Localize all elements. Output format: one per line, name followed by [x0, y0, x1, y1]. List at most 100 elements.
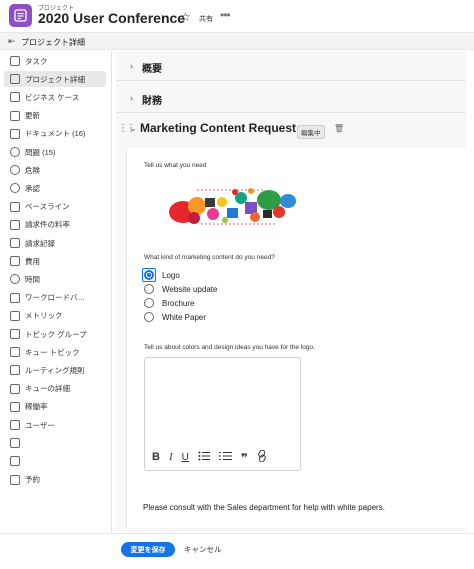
document-icon [10, 128, 20, 139]
expenses-icon [10, 256, 20, 267]
sidebar-item-23[interactable]: 予約 [4, 472, 106, 488]
sidebar-item-3[interactable]: 更新 [4, 108, 106, 124]
radio-label-website-update: Website update [162, 284, 218, 294]
sidebar-item-label: ドキュメント (16) [25, 129, 86, 139]
page-title[interactable]: 2020 User Conference [38, 10, 185, 26]
radio-button-logo[interactable] [144, 270, 154, 280]
topic-group-icon [10, 329, 20, 339]
sidebar-item-label: 稼働率 [25, 402, 48, 412]
sidebar-item-13[interactable]: ワークロードバ… [4, 290, 106, 306]
chevron-down-icon[interactable]: ⌄ [129, 123, 137, 134]
generic-icon [10, 456, 20, 467]
sidebar-item-20[interactable]: ユーザー [4, 417, 106, 433]
sidebar-item-1[interactable]: プロジェクト詳細 [4, 71, 106, 88]
save-changes-button[interactable]: 変更を保存 [121, 542, 175, 557]
risk-icon [10, 165, 20, 176]
section-overview[interactable]: › 概要 [116, 51, 466, 81]
radio-option-logo[interactable]: Logo [144, 269, 180, 281]
sidebar-item-18[interactable]: キューの詳細 [4, 381, 106, 397]
sidebar-item-7[interactable]: 承認 [4, 180, 106, 196]
generic-icon [10, 438, 20, 449]
editing-badge: 編集中 [297, 125, 325, 139]
sidebar-item-10[interactable]: 請求記録 [4, 235, 106, 251]
queue-details-icon [10, 383, 20, 394]
sidebar-item-label: 予約 [25, 475, 40, 485]
radio-option-white-paper[interactable]: White Paper [144, 311, 206, 323]
form-prompt-need: Tell us what you need [144, 162, 207, 169]
radio-option-brochure[interactable]: Brochure [144, 297, 194, 309]
billing-records-icon [10, 238, 20, 248]
sidebar-item-label: キュー トピック [25, 347, 80, 357]
utilization-icon [10, 401, 20, 412]
sidebar-item-12[interactable]: 時間 [4, 271, 106, 287]
section-title-finance: 財務 [142, 96, 162, 107]
star-icon[interactable]: ☆ [180, 11, 191, 23]
sidebar-item-15[interactable]: トピック グループ [4, 326, 106, 342]
link-icon[interactable] [257, 449, 267, 465]
left-nav: タスクプロジェクト詳細 ビジネス ケース 更新ドキュメント (16) 問題 (15) 危… [0, 51, 112, 533]
sidebar-item-label: プロジェクト詳細 [25, 74, 85, 84]
chevron-right-icon[interactable]: › [130, 61, 133, 71]
sidebar-item-22[interactable] [4, 453, 106, 469]
panel-title: プロジェクト詳細 [21, 38, 85, 47]
radio-button-white-paper[interactable] [144, 312, 154, 322]
sidebar-item-16[interactable]: キュー トピック [4, 344, 106, 360]
sidebar-item-5[interactable]: 問題 (15) [4, 144, 106, 160]
form-prompt-design-ideas: Tell us about colors and design ideas yo… [144, 344, 315, 351]
approval-icon [10, 183, 20, 194]
sidebar-item-label: メトリック [25, 311, 63, 321]
form-question-content-type: What kind of marketing content do you ne… [144, 254, 275, 261]
sidebar-item-label: ワークロードバ… [25, 293, 85, 303]
share-button[interactable]: 共有 [199, 14, 213, 24]
sidebar-item-label: ベースライン [25, 202, 70, 212]
quote-icon[interactable]: ❞ [241, 452, 248, 464]
sidebar-item-17[interactable]: ルーティング規則 [4, 362, 106, 378]
sidebar-item-14[interactable]: メトリック [4, 308, 106, 324]
sidebar-item-8[interactable]: ベースライン [4, 199, 106, 215]
sidebar-item-label: ルーティング規則 [25, 365, 85, 375]
details-icon [10, 74, 20, 85]
radio-label-white-paper: White Paper [162, 312, 207, 322]
cancel-button[interactable]: キャンセル [184, 542, 222, 557]
white-paper-note: Please consult with the Sales department… [143, 503, 385, 512]
queue-topic-icon [10, 347, 20, 358]
sidebar-item-0[interactable]: タスク [4, 53, 106, 69]
task-icon [10, 56, 20, 66]
more-icon[interactable]: ••• [220, 9, 231, 21]
sidebar-item-11[interactable]: 費用 [4, 253, 106, 269]
sidebar-item-9[interactable]: 請求件の料率 [4, 217, 106, 233]
trash-icon[interactable]: 🗑 [334, 124, 344, 133]
radio-option-website-update[interactable]: Website update [144, 283, 217, 295]
routing-rules-icon [10, 365, 20, 376]
italic-button[interactable]: I [169, 452, 173, 463]
sidebar-item-2[interactable]: ビジネス ケース [4, 89, 106, 105]
panel-header: ⇤ プロジェクト詳細 [0, 32, 474, 50]
project-app-icon [9, 4, 32, 27]
workload-icon [10, 292, 20, 303]
section-finance[interactable]: › 財務 [116, 83, 466, 113]
ordered-list-icon[interactable] [198, 451, 210, 464]
chevron-right-icon[interactable]: › [130, 93, 133, 103]
underline-button[interactable]: U [182, 452, 189, 463]
baseline-icon [10, 201, 20, 212]
custom-form: Tell us what you need What kind of marke… [126, 148, 466, 528]
section-marketing-request: ⋮⋮ ⌄ Marketing Content Request 編集中 🗑 [116, 115, 466, 145]
sidebar-item-label: 時間 [25, 274, 40, 284]
radio-button-website-update[interactable] [144, 284, 154, 294]
radio-button-brochure[interactable] [144, 298, 154, 308]
sidebar-item-21[interactable] [4, 435, 106, 451]
sidebar-item-6[interactable]: 危険 [4, 162, 106, 178]
collapse-panel-icon[interactable]: ⇤ [8, 36, 16, 47]
design-ideas-textarea[interactable]: B I U ❞ [144, 357, 301, 471]
sidebar-item-4[interactable]: ドキュメント (16) [4, 126, 106, 142]
bullet-list-icon[interactable] [218, 451, 232, 464]
sidebar-item-label: 更新 [25, 111, 40, 121]
marketing-illustration [169, 188, 296, 225]
footer-bar: 変更を保存 キャンセル [0, 533, 474, 569]
sidebar-item-label: ビジネス ケース [25, 92, 80, 102]
sidebar-item-19[interactable]: 稼働率 [4, 399, 106, 415]
sidebar-item-label: タスク [25, 56, 48, 66]
bold-button[interactable]: B [152, 452, 160, 463]
metrics-icon [10, 310, 20, 321]
sidebar-item-label: 請求記録 [25, 238, 55, 248]
